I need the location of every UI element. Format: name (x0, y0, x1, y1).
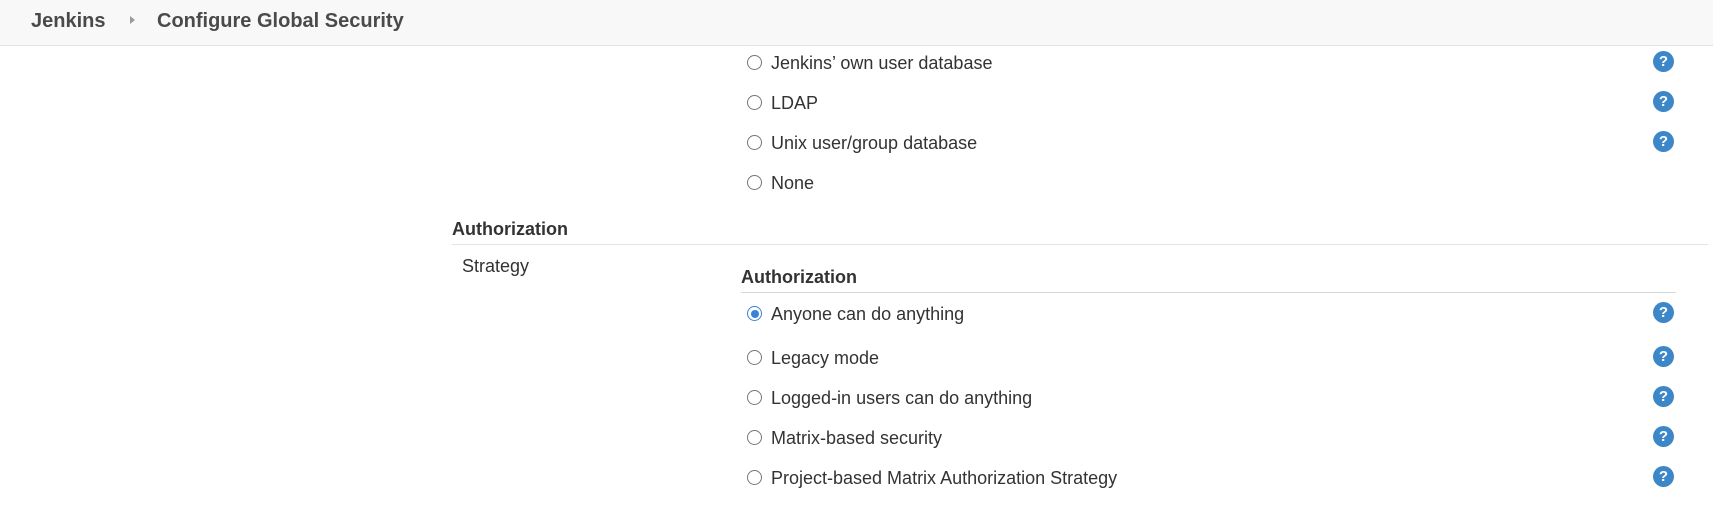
authorization-option-legacy[interactable]: Legacy mode (745, 347, 1705, 375)
radio-button[interactable] (747, 175, 762, 190)
radio-label[interactable]: Unix user/group database (771, 132, 977, 154)
breadcrumb-jenkins-link[interactable]: Jenkins (31, 9, 105, 33)
strategy-label: Strategy (462, 256, 530, 276)
section-divider (452, 244, 1708, 245)
radio-label[interactable]: LDAP (771, 92, 818, 114)
radio-label[interactable]: Matrix-based security (771, 427, 942, 449)
security-realm-option-own-db[interactable]: Jenkins’ own user database (745, 52, 1705, 80)
authorization-option-matrix[interactable]: Matrix-based security (745, 427, 1705, 455)
radio-label[interactable]: Logged-in users can do anything (771, 387, 1032, 409)
radio-label[interactable]: Jenkins’ own user database (771, 52, 992, 74)
breadcrumb-current-page[interactable]: Configure Global Security (157, 9, 404, 33)
authorization-option-project-matrix[interactable]: Project-based Matrix Authorization Strat… (745, 467, 1705, 495)
radio-button[interactable] (747, 135, 762, 150)
radio-button[interactable] (747, 55, 762, 70)
help-icon[interactable]: ? (1653, 302, 1674, 323)
breadcrumb-bar: Jenkins Configure Global Security (0, 0, 1713, 46)
breadcrumb-chevron-icon[interactable] (130, 16, 135, 24)
radio-button-checked[interactable] (747, 306, 762, 321)
help-icon[interactable]: ? (1653, 131, 1674, 152)
security-realm-option-none[interactable]: None (745, 172, 1705, 200)
subsection-divider (741, 292, 1676, 293)
radio-button[interactable] (747, 95, 762, 110)
help-icon[interactable]: ? (1653, 51, 1674, 72)
radio-button[interactable] (747, 430, 762, 445)
help-icon[interactable]: ? (1653, 346, 1674, 367)
radio-button[interactable] (747, 390, 762, 405)
radio-button[interactable] (747, 350, 762, 365)
authorization-section-title: Authorization (452, 219, 568, 239)
help-icon[interactable]: ? (1653, 426, 1674, 447)
radio-label[interactable]: Project-based Matrix Authorization Strat… (771, 467, 1117, 489)
radio-label[interactable]: None (771, 172, 814, 194)
authorization-option-logged-in[interactable]: Logged-in users can do anything (745, 387, 1705, 415)
authorization-option-anyone[interactable]: Anyone can do anything (745, 303, 1705, 331)
help-icon[interactable]: ? (1653, 466, 1674, 487)
radio-label[interactable]: Anyone can do anything (771, 303, 964, 325)
security-realm-option-unix[interactable]: Unix user/group database (745, 132, 1705, 160)
radio-label[interactable]: Legacy mode (771, 347, 879, 369)
security-realm-option-ldap[interactable]: LDAP (745, 92, 1705, 120)
authorization-subtitle: Authorization (741, 267, 857, 287)
help-icon[interactable]: ? (1653, 386, 1674, 407)
radio-button[interactable] (747, 470, 762, 485)
help-icon[interactable]: ? (1653, 91, 1674, 112)
